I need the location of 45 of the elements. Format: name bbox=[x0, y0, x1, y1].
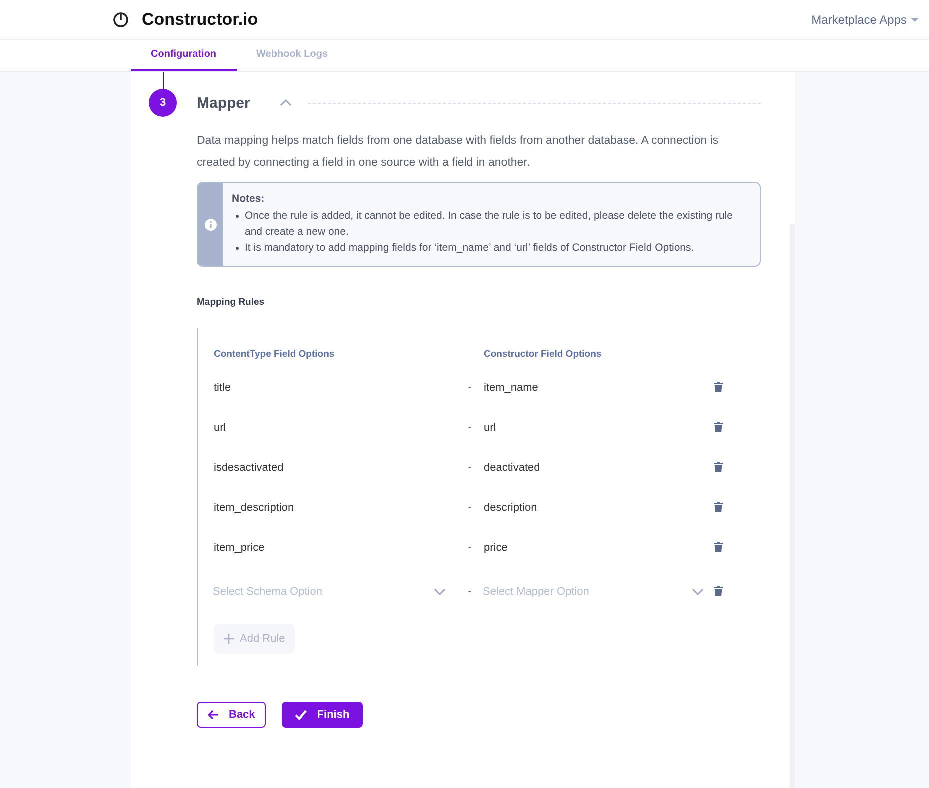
column-header: ContentType Field Options bbox=[214, 348, 336, 360]
table-cell-text: description bbox=[484, 502, 538, 514]
separator-text: - bbox=[467, 586, 473, 598]
trash-icon[interactable] bbox=[714, 422, 723, 432]
plus-icon bbox=[224, 634, 234, 644]
bullet-icon bbox=[236, 247, 239, 250]
checkmark-icon bbox=[295, 710, 308, 720]
trash-icon[interactable] bbox=[714, 586, 723, 596]
table-cell-text: isdesactivated bbox=[214, 462, 285, 474]
mapping-rules-heading: Mapping Rules bbox=[197, 297, 266, 308]
app-title: Constructor.io bbox=[142, 10, 260, 30]
table-cell-text: url bbox=[484, 422, 498, 434]
back-button[interactable]: Back bbox=[197, 702, 266, 728]
trash-icon[interactable] bbox=[714, 382, 723, 392]
finish-button[interactable]: Finish bbox=[282, 702, 363, 728]
table-cell-text: price bbox=[484, 542, 509, 554]
trash-icon[interactable] bbox=[714, 542, 723, 552]
separator-text: - bbox=[467, 462, 473, 474]
table-cell-text: item_price bbox=[214, 542, 266, 554]
section-title: Mapper bbox=[197, 94, 250, 112]
trash-icon[interactable] bbox=[714, 462, 723, 472]
separator-text: - bbox=[467, 422, 473, 434]
chevron-down-icon bbox=[434, 588, 446, 596]
notes-title: Notes: bbox=[232, 193, 266, 205]
table-cell-text: title bbox=[214, 382, 232, 394]
separator-text: - bbox=[467, 542, 473, 554]
note-text: Once the rule is added, it cannot be edited. In case the rule is to be edited, please delete the existing rule and create a new one. bbox=[245, 209, 734, 240]
trash-icon[interactable] bbox=[714, 502, 723, 512]
separator-text: - bbox=[467, 502, 473, 514]
description-text: Data mapping helps match fields from one database with fields from another database. A connection is created by connecting a field in one source with a field in another. bbox=[197, 134, 720, 171]
marketplace-menu[interactable]: Marketplace Apps bbox=[812, 12, 919, 26]
separator-text: - bbox=[467, 382, 473, 394]
table-cell-text: deactivated bbox=[484, 462, 542, 474]
table-cell-text: item_description bbox=[214, 502, 296, 514]
column-header: Constructor Field Options bbox=[484, 348, 603, 360]
step-number: 3 bbox=[149, 89, 177, 117]
table-cell-text: url bbox=[214, 422, 228, 434]
arrow-left-icon bbox=[208, 710, 219, 720]
power-icon bbox=[112, 10, 130, 28]
chevron-down-icon bbox=[692, 588, 704, 596]
info-icon bbox=[204, 218, 216, 230]
caret-icon bbox=[911, 16, 919, 22]
note-text: It is mandatory to add mapping fields for ‘item_name’ and ‘url’ fields of Constructor Field Options. bbox=[245, 241, 694, 256]
bullet-icon bbox=[236, 215, 239, 218]
table-cell-text: item_name bbox=[484, 382, 540, 394]
